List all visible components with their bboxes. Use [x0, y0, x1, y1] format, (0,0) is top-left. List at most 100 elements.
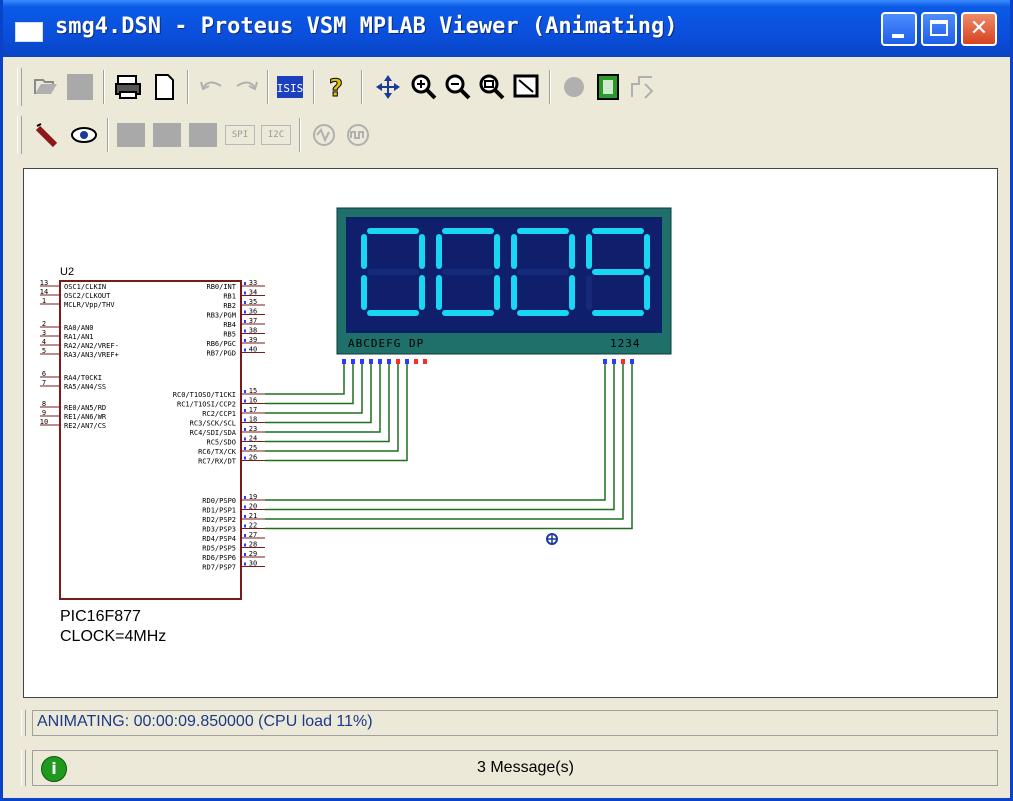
message-count[interactable]: 3 Message(s) [477, 759, 574, 777]
wire[interactable] [265, 364, 345, 395]
ic-pin-number: 18 [249, 416, 257, 424]
ic-pin-number: 39 [249, 336, 257, 344]
display-pin[interactable] [405, 359, 409, 364]
wires [265, 364, 633, 530]
display-pin[interactable] [414, 359, 418, 364]
pin-state-marker [244, 390, 246, 393]
pin-state-marker [244, 515, 246, 518]
pan-icon[interactable] [373, 72, 403, 102]
display-pin[interactable] [630, 359, 634, 364]
isis-icon[interactable]: ISIS [275, 72, 305, 102]
ic-pin-number: 22 [249, 522, 257, 530]
ic-pin-number: 15 [249, 387, 257, 395]
display-pin[interactable] [387, 359, 391, 364]
ic-pin-name: RC2/CCP1 [202, 410, 236, 418]
wire[interactable] [265, 364, 363, 414]
ic-pin-number: 8 [42, 400, 46, 408]
ic-pin-name: RB4 [223, 321, 236, 329]
gray2-icon[interactable] [153, 123, 181, 147]
step-icon[interactable] [627, 72, 657, 102]
display-pin[interactable] [351, 359, 355, 364]
animate-icon[interactable] [593, 72, 623, 102]
ic-pin-name: RE1/AN6/WR [64, 413, 107, 421]
ic-pin-number: 5 [42, 347, 46, 355]
toolbar-grip[interactable] [17, 116, 22, 154]
pin-state-marker [244, 320, 246, 323]
display-pin[interactable] [612, 359, 616, 364]
wire[interactable] [265, 364, 633, 530]
ic-pin-number: 25 [249, 444, 257, 452]
wire[interactable] [265, 364, 354, 405]
close-button[interactable]: ✕ [961, 12, 997, 46]
minimize-button[interactable] [881, 12, 917, 46]
display-pin[interactable] [396, 359, 400, 364]
svg-text:?: ? [329, 74, 343, 102]
watch-icon[interactable] [69, 120, 99, 150]
ic-pin-name: RD1/PSP1 [202, 507, 236, 515]
ic-pin-name: RB5 [223, 331, 236, 339]
message-status-bar[interactable]: i 3 Message(s) [32, 750, 998, 786]
logic-analyzer-icon[interactable] [343, 120, 373, 150]
i2c-icon[interactable]: I2C [261, 125, 291, 145]
display-pin[interactable] [342, 359, 346, 364]
gray3-icon[interactable] [189, 123, 217, 147]
ic-pin-name: RB2 [223, 302, 236, 310]
oscilloscope-icon[interactable] [309, 120, 339, 150]
title-bar[interactable]: smg4.DSN - Proteus VSM MPLAB Viewer (Ani… [3, 0, 1010, 57]
pin-state-marker [244, 505, 246, 509]
blob-icon[interactable] [559, 72, 589, 102]
pin-state-marker [244, 301, 246, 304]
display-pin[interactable] [423, 359, 427, 364]
ic-pin-name: RA4/T0CKI [64, 374, 102, 382]
print-icon[interactable] [113, 72, 143, 102]
ic-pin-name: RD0/PSP0 [202, 497, 236, 505]
ic-pin-name: RC7/RX/DT [198, 458, 237, 466]
zoom-area-icon[interactable] [511, 72, 541, 102]
display-pin[interactable] [378, 359, 382, 364]
ic-pin-number: 21 [249, 512, 257, 520]
ic-pin-number: 24 [249, 435, 257, 443]
zoom-out-icon[interactable] [443, 72, 473, 102]
ic-pin-number: 13 [40, 279, 48, 287]
pin-state-marker [244, 399, 246, 403]
ic-pin-number: 20 [249, 503, 257, 511]
ic-pin-number: 23 [249, 425, 257, 433]
toolbar-separator [107, 118, 109, 152]
open-icon[interactable] [31, 72, 61, 102]
display-pin[interactable] [621, 359, 625, 364]
save-icon[interactable] [67, 74, 93, 100]
ic-pin-name: RB7/PGD [206, 350, 236, 358]
pin-state-marker [244, 496, 246, 499]
help-icon[interactable]: ? [321, 72, 351, 103]
display-pin[interactable] [369, 359, 373, 364]
wire[interactable] [265, 364, 615, 511]
zoom-all-icon[interactable] [477, 72, 507, 102]
wire[interactable] [265, 364, 399, 452]
info-icon[interactable]: i [41, 756, 67, 782]
pin-state-marker [244, 409, 246, 412]
ic-pin-number: 17 [249, 406, 257, 414]
display-pin[interactable] [360, 359, 364, 364]
toolbar-debug: SPI I2C [17, 112, 997, 158]
spi-icon[interactable]: SPI [225, 125, 255, 145]
zoom-in-icon[interactable] [409, 72, 439, 102]
ic-pin-name: RB3/PGM [206, 312, 236, 320]
toolbar-separator [103, 70, 105, 104]
display-pin[interactable] [603, 359, 607, 364]
redo-icon[interactable] [231, 72, 261, 102]
ic-pin-name: RC5/SDO [206, 439, 236, 447]
ic-pin-number: 4 [42, 338, 46, 346]
ic-pin-name: MCLR/Vpp/THV [64, 301, 115, 309]
schematic-canvas[interactable]: U2 PIC16F877 CLOCK=4MHz 13 OSC1/CLKIN 14 OS… [23, 168, 998, 698]
probe-icon[interactable] [33, 120, 63, 150]
maximize-button[interactable] [921, 12, 957, 46]
toolbar-separator [267, 70, 269, 104]
ic-pin-number: 10 [40, 418, 48, 426]
gray1-icon[interactable] [117, 123, 145, 147]
pin-state-marker [244, 428, 246, 431]
toolbar-grip[interactable] [17, 68, 22, 106]
ic-ref: U2 [60, 266, 74, 278]
undo-icon[interactable] [197, 72, 227, 102]
ic-pin-number: 7 [42, 379, 46, 387]
page-icon[interactable] [149, 72, 179, 102]
